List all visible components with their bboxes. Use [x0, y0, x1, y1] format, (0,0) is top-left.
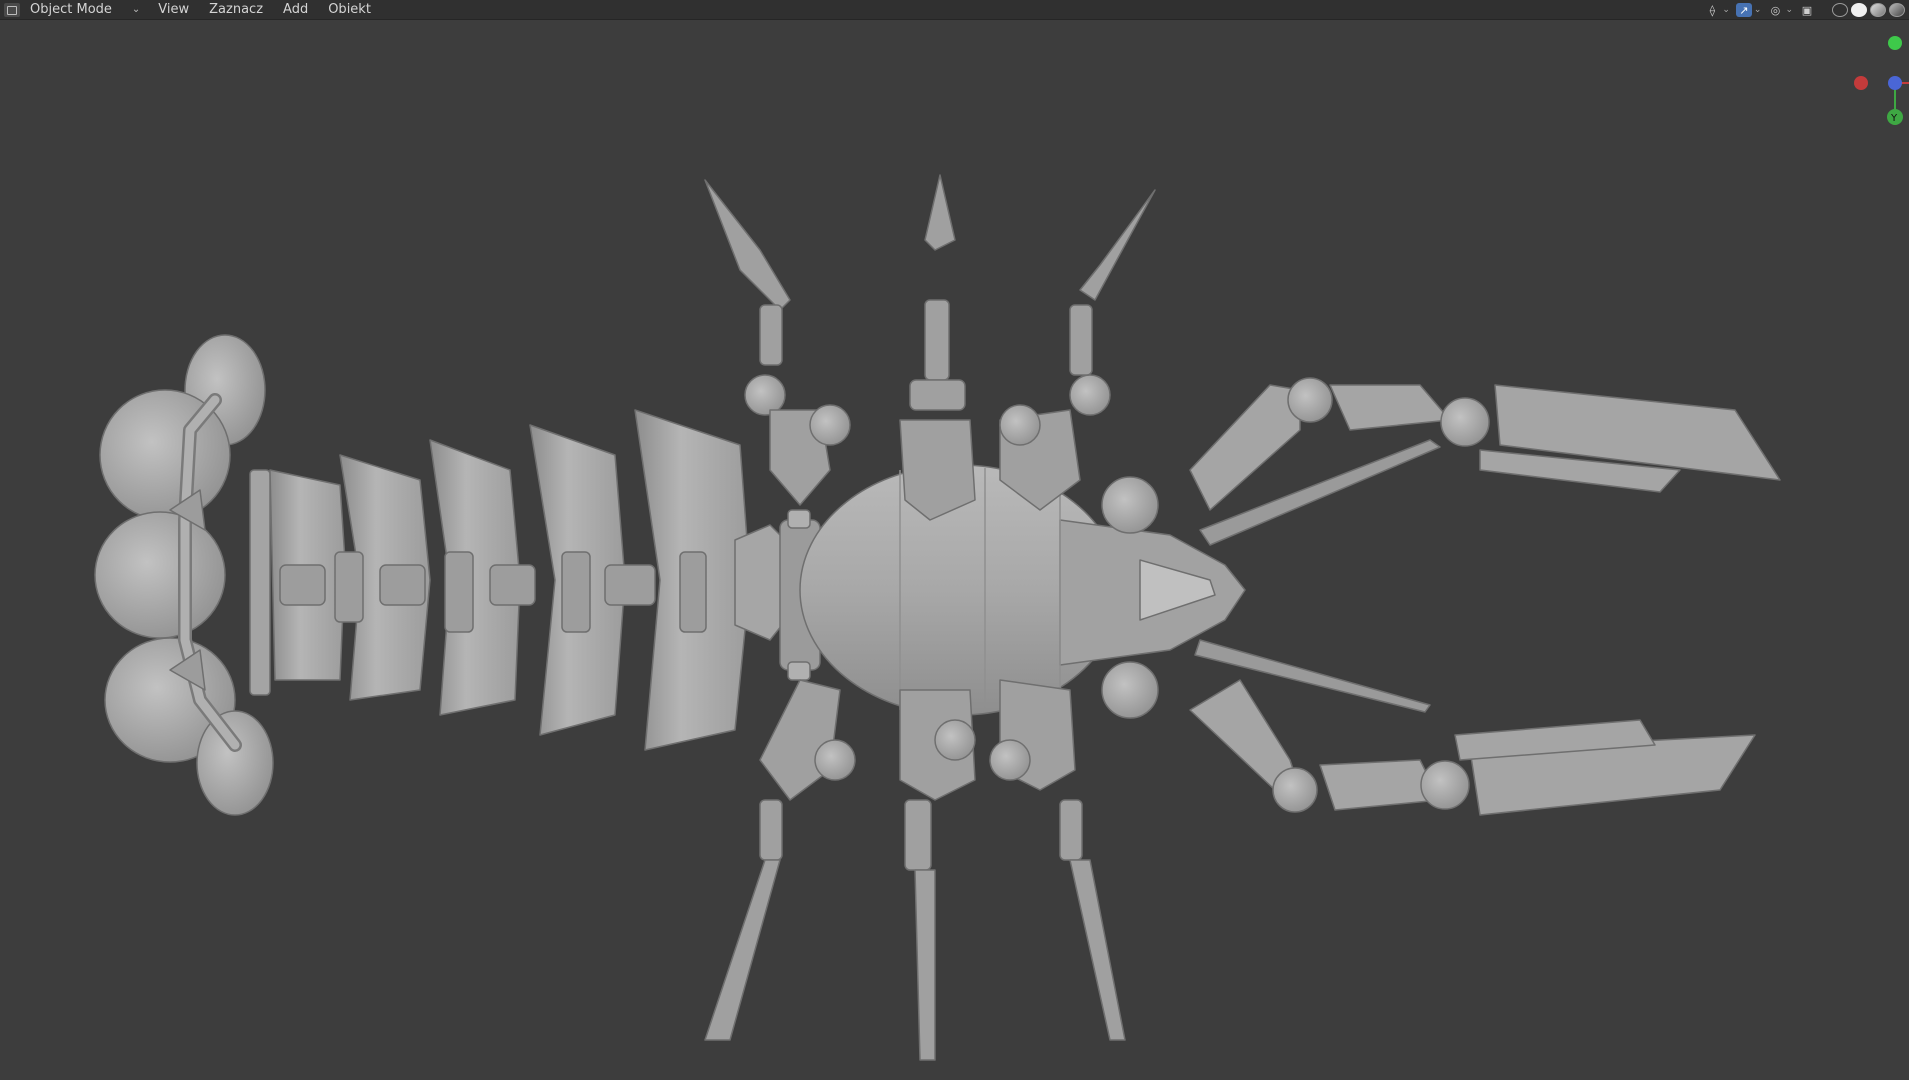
3d-viewport[interactable] [0, 21, 1909, 1080]
view-object-types-icon[interactable]: ⟠ [1704, 3, 1720, 17]
menu-view[interactable]: View [158, 2, 189, 17]
chevron-down-icon[interactable]: ⌄ [1754, 5, 1762, 15]
overlays-icon[interactable]: ◎ [1767, 3, 1783, 17]
z-axis-handle[interactable] [1888, 76, 1902, 90]
lower-claw [1101, 661, 1756, 816]
menu-select[interactable]: Zaznacz [209, 2, 263, 17]
chevron-down-icon[interactable]: ⌄ [1722, 5, 1730, 15]
y-axis-negative-handle[interactable] [1888, 36, 1902, 50]
carapace [799, 464, 1246, 716]
chevron-down-icon: ⌄ [131, 4, 141, 15]
rendered-shading-icon[interactable] [1889, 3, 1905, 17]
y-axis-label: Y [1890, 113, 1898, 124]
editor-type-icon[interactable] [4, 2, 20, 17]
blender-window: Object Mode ⌄ View Zaznacz Add Obiekt ⟠ … [0, 0, 1909, 1080]
solid-shading-icon[interactable] [1851, 3, 1867, 17]
material-preview-shading-icon[interactable] [1870, 3, 1886, 17]
viewport-header: Object Mode ⌄ View Zaznacz Add Obiekt ⟠ … [0, 0, 1909, 20]
abdomen-segments [269, 409, 751, 751]
upper-claw [1101, 377, 1781, 534]
menu-add[interactable]: Add [283, 2, 308, 17]
object-mode-dropdown[interactable]: Object Mode ⌄ [30, 2, 140, 17]
xray-toggle-icon[interactable]: ▣ [1799, 3, 1815, 17]
tail-fan [94, 334, 274, 816]
gizmo-toggle-icon[interactable]: ↗ [1735, 3, 1752, 17]
shading-mode-group [1829, 3, 1905, 17]
upper-legs [704, 174, 1156, 521]
wireframe-shading-icon[interactable] [1832, 3, 1848, 17]
chevron-down-icon[interactable]: ⌄ [1785, 5, 1793, 15]
menu-object[interactable]: Obiekt [328, 2, 371, 17]
mode-label: Object Mode [30, 2, 112, 17]
x-axis-negative-handle[interactable] [1854, 76, 1868, 90]
navigation-gizmo[interactable]: Y [1809, 21, 1909, 141]
creature-model [94, 174, 1781, 1061]
lower-legs [704, 679, 1126, 1061]
scene-render [94, 174, 1781, 1061]
